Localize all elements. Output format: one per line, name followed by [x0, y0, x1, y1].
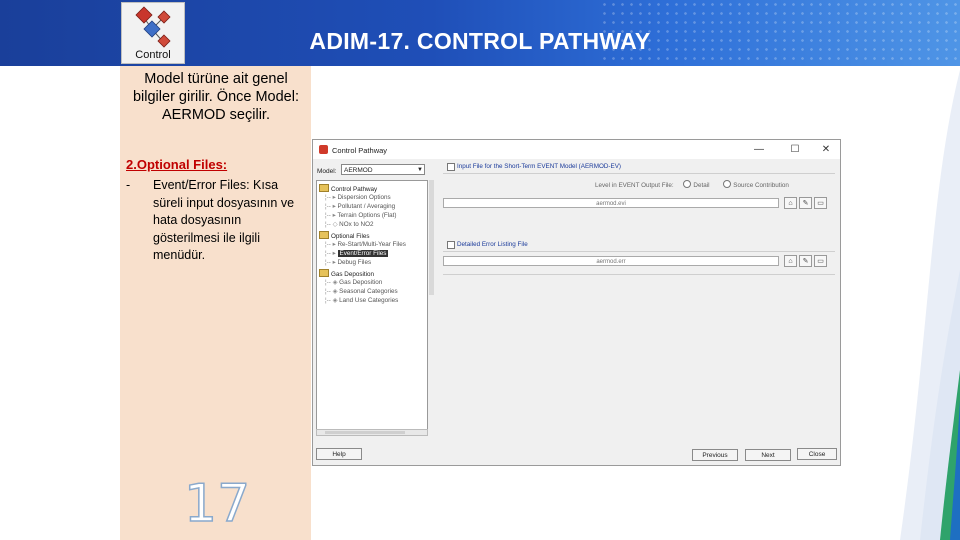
- tree-connector: ¦-- ▸: [325, 259, 338, 266]
- splitter-bar[interactable]: [429, 180, 434, 295]
- next-button[interactable]: Next: [745, 449, 791, 461]
- tree-item-label: NOx to NO2: [339, 221, 374, 228]
- close-window-button[interactable]: ✕: [816, 143, 836, 157]
- tree-item-label-selected: Event/Error Files: [337, 250, 389, 257]
- tree-connector: ¦-- ▸: [325, 203, 338, 210]
- tree-item-dispersion-options[interactable]: ¦-- ▸ Dispersion Options: [325, 194, 391, 201]
- group-divider: [443, 274, 835, 275]
- tree-item-control-pathway[interactable]: Control Pathway: [319, 184, 377, 193]
- scrollbar-thumb[interactable]: [325, 431, 405, 434]
- tree-item-label: Gas Deposition: [331, 271, 375, 278]
- tree-item-label: Debug Files: [337, 259, 372, 266]
- tree-connector: ¦-- ▸: [325, 241, 338, 248]
- tree-item-nox-to-no2[interactable]: ¦-- ◇ NOx to NO2: [325, 221, 373, 228]
- tree-item-label: Land Use Categories: [339, 297, 399, 304]
- window-body: Model: AERMOD ▼ Control Pathway ¦-- ▸ Di…: [313, 159, 840, 465]
- tree-item-gas-deposition-child[interactable]: ¦-- ◈ Gas Deposition: [325, 279, 382, 286]
- model-label: Model:: [317, 168, 337, 175]
- save-file-icon[interactable]: ▭: [814, 197, 827, 209]
- window-titlebar: Control Pathway — ☐ ✕: [313, 140, 840, 159]
- error-listing-label: Detailed Error Listing File: [457, 241, 528, 248]
- group-divider: [443, 251, 835, 252]
- intro-text: Model türüne ait genel bilgiler girilir.…: [132, 71, 299, 123]
- help-button[interactable]: Help: [316, 448, 362, 460]
- tree-item-label: Dispersion Options: [337, 194, 391, 201]
- tree-connector: ¦-- ◈: [325, 297, 340, 304]
- tree-connector: ¦-- ▸: [325, 194, 338, 201]
- tree-item-seasonal-categories[interactable]: ¦-- ◈ Seasonal Categories: [325, 288, 398, 295]
- radio-detail[interactable]: Detail: [683, 180, 710, 189]
- tree-item-label: Seasonal Categories: [339, 288, 398, 295]
- info-panel: Model türüne ait genel bilgiler girilir.…: [120, 66, 311, 540]
- tree-item-optional-files[interactable]: Optional Files: [319, 231, 370, 240]
- tree-item-label: Gas Deposition: [339, 279, 383, 286]
- pathway-tree[interactable]: Control Pathway ¦-- ▸ Dispersion Options…: [316, 180, 428, 432]
- browse-folder-icon[interactable]: ⌂: [784, 197, 797, 209]
- tree-connector: ¦-- ◈: [325, 279, 340, 286]
- control-pathway-window: Control Pathway — ☐ ✕ Model: AERMOD ▼ Co…: [312, 139, 841, 466]
- chevron-down-icon: ▼: [417, 167, 423, 173]
- maximize-button[interactable]: ☐: [785, 143, 805, 157]
- tree-connector: ¦-- ◈: [325, 288, 340, 295]
- event-input-label: Input File for the Short-Term EVENT Mode…: [457, 163, 621, 170]
- control-diamond-icon: [135, 6, 171, 48]
- model-select-value: AERMOD: [344, 167, 373, 174]
- browse-folder-icon[interactable]: ⌂: [784, 255, 797, 267]
- minimize-button[interactable]: —: [749, 143, 769, 157]
- event-level-label: Level in EVENT Output File:: [595, 182, 674, 189]
- bullet-dash: -: [126, 178, 131, 192]
- tree-connector: ¦-- ◇: [325, 221, 340, 228]
- tree-item-event-error-files[interactable]: ¦-- ▸ Event/Error Files: [325, 250, 389, 257]
- close-button[interactable]: Close: [797, 448, 837, 460]
- error-file-path-field[interactable]: aermod.err: [443, 256, 779, 266]
- logo-caption: Control: [135, 49, 171, 61]
- model-select[interactable]: AERMOD ▼: [341, 164, 425, 175]
- event-file-path-field[interactable]: aermod.evi: [443, 198, 779, 208]
- tree-item-label: Optional Files: [331, 233, 370, 240]
- app-icon: [319, 145, 328, 154]
- optional-files-description: Event/Error Files: Kısa süreli input dos…: [153, 178, 295, 262]
- tree-horizontal-scrollbar[interactable]: [316, 429, 428, 436]
- tree-item-label: Terrain Options (Flat): [337, 212, 397, 219]
- error-listing-checkbox[interactable]: [447, 241, 455, 249]
- tree-connector: ¦-- ▸: [325, 212, 338, 219]
- tree-item-label: Pollutant / Averaging: [337, 203, 396, 210]
- radio-icon: [683, 180, 692, 188]
- tree-item-gas-deposition[interactable]: Gas Deposition: [319, 269, 374, 278]
- window-title: Control Pathway: [332, 146, 388, 155]
- event-input-checkbox[interactable]: [447, 163, 455, 171]
- event-level-row: Level in EVENT Output File: Detail Sourc…: [595, 180, 789, 189]
- tree-item-label: Control Pathway: [331, 186, 378, 193]
- control-logo: Control: [121, 2, 185, 64]
- tree-item-restart-files[interactable]: ¦-- ▸ Re-Start/Multi-Year Files: [325, 241, 406, 248]
- radio-icon: [723, 180, 732, 188]
- tree-item-pollutant-averaging[interactable]: ¦-- ▸ Pollutant / Averaging: [325, 203, 395, 210]
- tree-connector: ¦-- ▸: [325, 250, 338, 257]
- folder-icon: [319, 269, 329, 277]
- folder-icon: [319, 184, 329, 192]
- optional-files-heading: 2.Optional Files:: [126, 157, 228, 172]
- save-file-icon[interactable]: ▭: [814, 255, 827, 267]
- group-divider: [443, 173, 835, 174]
- radio-source-label: Source Contribution: [733, 182, 789, 189]
- previous-button[interactable]: Previous: [692, 449, 738, 461]
- tree-item-terrain-options[interactable]: ¦-- ▸ Terrain Options (Flat): [325, 212, 397, 219]
- tree-item-land-use-categories[interactable]: ¦-- ◈ Land Use Categories: [325, 297, 398, 304]
- radio-detail-label: Detail: [693, 182, 710, 189]
- folder-icon: [319, 231, 329, 239]
- page-number: 17: [183, 473, 251, 535]
- tree-item-debug-files[interactable]: ¦-- ▸ Debug Files: [325, 259, 371, 266]
- options-area: Input File for the Short-Term EVENT Mode…: [435, 159, 840, 429]
- radio-source[interactable]: Source Contribution: [723, 180, 789, 189]
- edit-file-icon[interactable]: ✎: [799, 255, 812, 267]
- edit-file-icon[interactable]: ✎: [799, 197, 812, 209]
- tree-item-label: Re-Start/Multi-Year Files: [337, 241, 406, 248]
